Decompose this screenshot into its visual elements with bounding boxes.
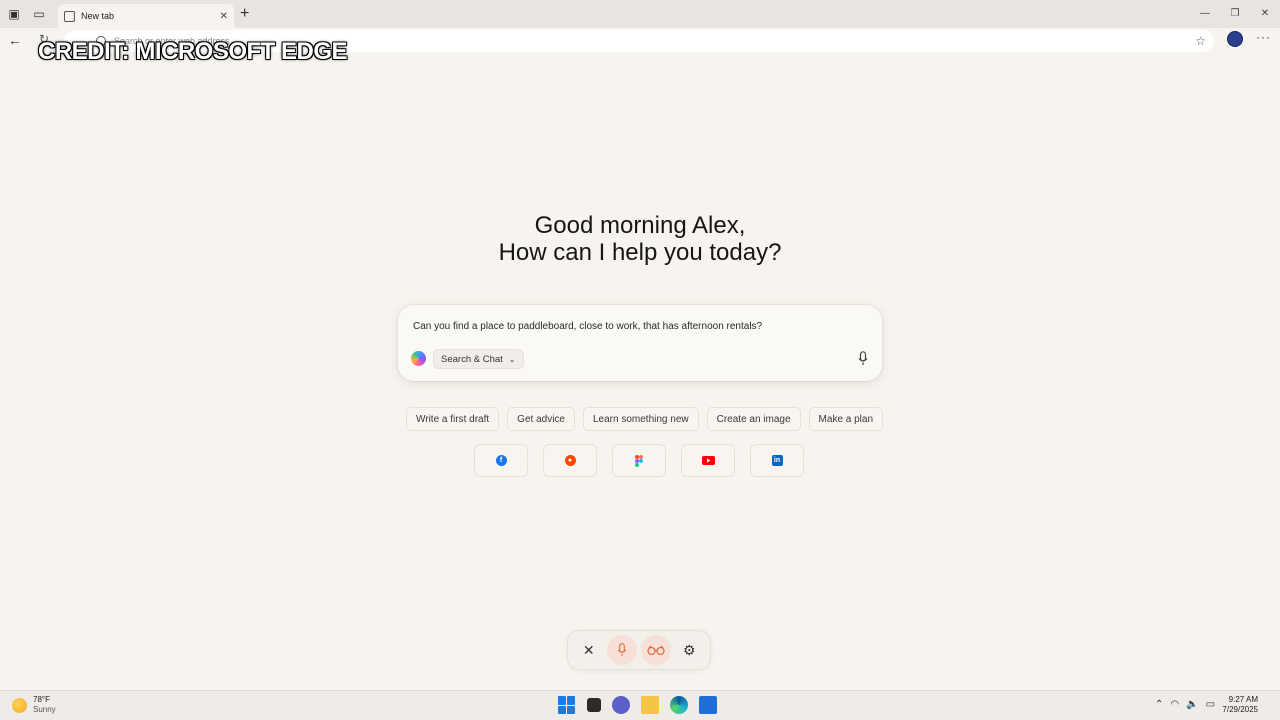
- minimize-icon[interactable]: —: [1190, 0, 1220, 28]
- chat-composer[interactable]: Can you find a place to paddleboard, clo…: [398, 305, 882, 381]
- chevron-down-icon: ⌄: [508, 354, 516, 364]
- suggestion-chip[interactable]: Make a plan: [808, 407, 884, 431]
- microphone-icon[interactable]: [858, 351, 868, 366]
- quick-links: f ● in: [474, 444, 804, 477]
- youtube-icon: [701, 456, 715, 465]
- window-controls: — ❐ ✕: [1190, 0, 1280, 28]
- clock-date: 7/29/2025: [1222, 705, 1258, 714]
- greeting-line-1: Good morning Alex,: [534, 212, 746, 239]
- reddit-icon: ●: [564, 455, 576, 466]
- close-icon[interactable]: ✕: [574, 635, 604, 665]
- tab-new-tab[interactable]: New tab ✕: [58, 4, 234, 28]
- voice-toolbar: ✕ ⚙: [567, 630, 711, 670]
- suggestion-chip[interactable]: Create an image: [706, 407, 801, 431]
- weather-temperature: 78°F: [33, 695, 50, 704]
- figma-icon: [635, 454, 643, 467]
- new-tab-icon[interactable]: +: [240, 5, 249, 23]
- clock-time: 9:27 AM: [1228, 695, 1258, 704]
- edge-browser-icon[interactable]: [670, 696, 688, 714]
- glasses-icon[interactable]: [640, 635, 671, 665]
- more-options-icon[interactable]: ···: [1256, 30, 1271, 44]
- taskbar-apps: [558, 696, 717, 714]
- weather-condition: Sunny: [33, 705, 56, 714]
- gear-icon[interactable]: ⚙: [674, 635, 704, 665]
- page-icon: [64, 10, 75, 22]
- volume-icon[interactable]: 🔈: [1186, 699, 1198, 710]
- facebook-icon: f: [495, 455, 507, 466]
- battery-icon[interactable]: ▭: [1206, 699, 1215, 710]
- mode-dropdown[interactable]: Search & Chat ⌄: [433, 349, 524, 369]
- suggestion-chip[interactable]: Get advice: [507, 407, 575, 431]
- greeting-line-2: How can I help you today?: [498, 239, 782, 266]
- workspaces-icon[interactable]: ▣: [3, 3, 25, 25]
- tile-linkedin[interactable]: in: [750, 444, 804, 477]
- terminal-icon[interactable]: [587, 698, 601, 712]
- copilot-logo-icon: [411, 351, 426, 366]
- chevron-up-icon[interactable]: ⌃: [1155, 699, 1163, 710]
- mode-label: Search & Chat: [441, 353, 503, 365]
- credit-watermark: CREDIT: MICROSOFT EDGE: [38, 38, 348, 65]
- tile-youtube[interactable]: [681, 444, 735, 477]
- system-tray: ⌃ ◠ 🔈 ▭: [1155, 699, 1215, 710]
- file-explorer-icon[interactable]: [641, 696, 659, 714]
- suggestion-chips: Write a first draft Get advice Learn som…: [406, 407, 884, 431]
- microphone-icon[interactable]: [607, 635, 638, 665]
- chat-app-icon[interactable]: [612, 696, 630, 714]
- windows-start-icon[interactable]: [558, 696, 576, 714]
- profile-avatar[interactable]: [1227, 31, 1243, 47]
- tile-facebook[interactable]: f: [474, 444, 528, 477]
- greeting: Good morning Alex, How can I help you to…: [0, 212, 1280, 266]
- prompt-input[interactable]: Can you find a place to paddleboard, clo…: [413, 321, 762, 332]
- wifi-icon[interactable]: ◠: [1170, 699, 1179, 710]
- back-arrow-icon[interactable]: ←: [8, 32, 22, 48]
- favorite-star-icon[interactable]: ☆: [1195, 34, 1206, 48]
- tab-actions-icon[interactable]: ▭: [28, 3, 50, 25]
- store-icon[interactable]: [699, 696, 717, 714]
- restore-icon[interactable]: ❐: [1220, 0, 1250, 28]
- sun-icon[interactable]: [12, 698, 27, 713]
- suggestion-chip[interactable]: Write a first draft: [406, 407, 500, 431]
- taskbar: 78°F Sunny ⌃ ◠ 🔈 ▭ 9:27 AM 7/29/2025: [0, 690, 1280, 720]
- tile-reddit[interactable]: ●: [543, 444, 597, 477]
- close-window-icon[interactable]: ✕: [1250, 0, 1280, 28]
- close-tab-icon[interactable]: ✕: [220, 11, 228, 22]
- suggestion-chip[interactable]: Learn something new: [582, 407, 699, 431]
- tab-title: New tab: [81, 11, 115, 21]
- browser-tab-bar: ▣ ▭ New tab ✕ + — ❐ ✕: [0, 0, 1280, 28]
- linkedin-icon: in: [771, 455, 783, 466]
- clock[interactable]: 9:27 AM 7/29/2025: [1222, 695, 1258, 715]
- tile-figma[interactable]: [612, 444, 666, 477]
